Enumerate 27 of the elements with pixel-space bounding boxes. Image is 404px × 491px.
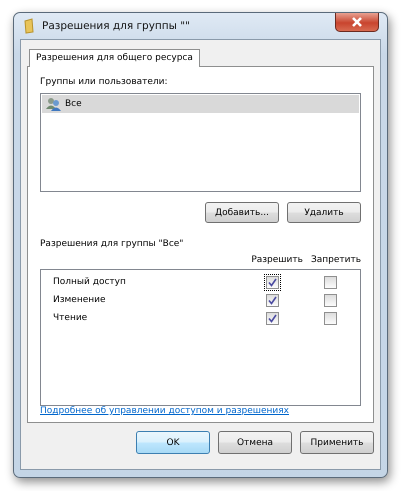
- column-header: Запретить: [310, 254, 361, 268]
- permission-name: Чтение: [53, 313, 88, 324]
- deny-checkbox[interactable]: [324, 312, 336, 325]
- tab[interactable]: Разрешения для общего ресурса: [29, 49, 200, 67]
- dialog-button[interactable]: Удалить: [287, 202, 361, 224]
- users-label: Группы или пользователи:: [40, 76, 169, 89]
- user-item[interactable]: Все: [42, 95, 359, 113]
- dialog-button[interactable]: Отмена: [218, 431, 292, 454]
- deny-checkbox[interactable]: [324, 294, 336, 307]
- allow-checkbox[interactable]: [264, 274, 280, 291]
- dialog-button[interactable]: OK: [136, 431, 210, 454]
- column-header: Разрешить: [251, 254, 303, 268]
- permission-name: Изменение: [53, 295, 107, 306]
- users-list[interactable]: Все: [40, 93, 361, 192]
- close-button[interactable]: [335, 13, 379, 32]
- dialog-button[interactable]: Применить: [300, 431, 374, 454]
- permission-name: Полный доступ: [53, 277, 127, 288]
- users-icon: [46, 97, 62, 111]
- allow-checkbox[interactable]: [264, 292, 280, 309]
- help-link[interactable]: Подробнее об управлении доступом и разрешениях: [40, 406, 361, 416]
- dialog-button[interactable]: Добавить...: [205, 202, 279, 224]
- permissions-label: Разрешения для группы "Все": [40, 238, 184, 252]
- allow-checkbox[interactable]: [264, 310, 280, 327]
- close-icon: [351, 17, 363, 27]
- window-title: Разрешения для группы "": [42, 20, 191, 32]
- folder-icon: [24, 18, 34, 34]
- deny-checkbox[interactable]: [324, 276, 336, 289]
